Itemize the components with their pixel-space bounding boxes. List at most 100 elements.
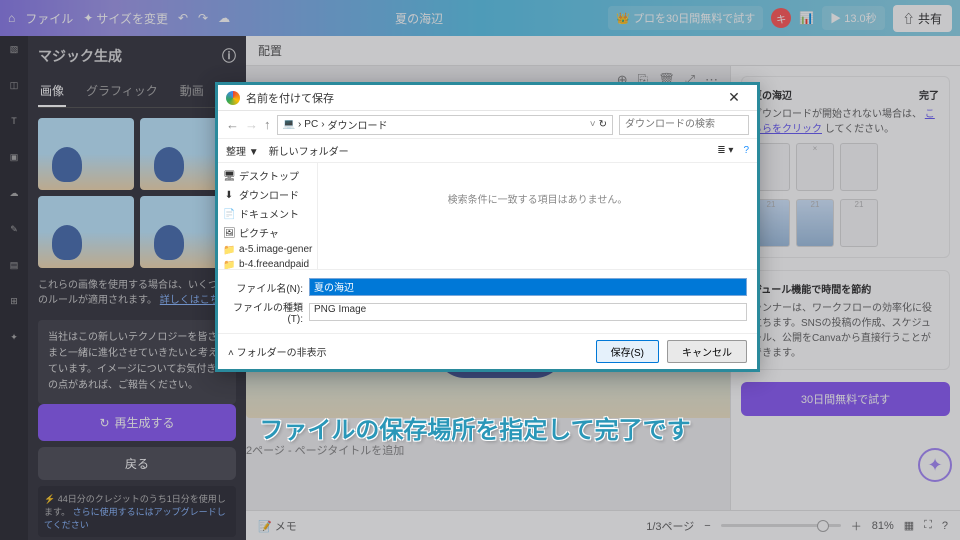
play-button[interactable]: ▶ 13.0秒: [822, 6, 884, 30]
tab-graphic[interactable]: グラフィック: [84, 76, 160, 107]
gen-thumb[interactable]: [38, 118, 134, 190]
chevron-down-icon[interactable]: ˅: [590, 119, 596, 130]
rail-magic-icon[interactable]: ✦: [5, 332, 23, 350]
new-folder-button[interactable]: 新しいフォルダー: [269, 143, 349, 158]
hide-folders-toggle[interactable]: ˄ フォルダーの非表示: [228, 344, 327, 359]
tree-label: b-4.freeandpaid: [239, 259, 309, 269]
filename-input[interactable]: 夏の海辺: [309, 278, 747, 296]
view-icon[interactable]: ≣ ▾: [717, 145, 733, 156]
zoom-out-icon[interactable]: −: [704, 520, 710, 532]
fullscreen-icon[interactable]: ⛶: [924, 519, 932, 532]
folder-icon: ⬇: [223, 190, 235, 200]
folder-icon: 🖥: [223, 171, 235, 181]
filetype-select[interactable]: PNG Image: [309, 303, 747, 321]
save-button[interactable]: 保存(S): [596, 340, 659, 363]
sidebar: マジック生成 ⓘ 画像 グラフィック 動画 これらの画像を使用する場合は、いくつ…: [28, 36, 246, 540]
refresh-icon[interactable]: ↻: [599, 119, 607, 130]
chart-icon[interactable]: 📊: [799, 11, 814, 25]
tab-video[interactable]: 動画: [178, 76, 206, 107]
organize-menu[interactable]: 整理 ▼: [226, 143, 259, 158]
duration-label: 13.0秒: [844, 13, 876, 25]
fab-magic[interactable]: ✦: [918, 448, 952, 482]
nav-fwd-icon[interactable]: →: [245, 117, 258, 132]
dialog-toolbar: 整理 ▼ 新しいフォルダー ≣ ▾ ?: [218, 139, 757, 163]
address-bar[interactable]: 💻 › PC › ダウンロード ˅ ↻: [277, 115, 614, 135]
path-pc[interactable]: PC: [304, 119, 318, 130]
help-icon[interactable]: ?: [942, 520, 948, 532]
rail-design-icon[interactable]: ▧: [5, 44, 23, 62]
back-button[interactable]: 戻る: [38, 447, 236, 480]
memo-toggle[interactable]: 📝 メモ: [258, 518, 297, 534]
cancel-button[interactable]: キャンセル: [667, 340, 747, 363]
help-icon[interactable]: ?: [743, 145, 749, 156]
trial-button[interactable]: 👑 プロを30日間無料で試す: [608, 6, 763, 30]
dialog-footer: ˄ フォルダーの非表示 保存(S) キャンセル: [218, 333, 757, 369]
tree-item[interactable]: 📄ドキュメント: [218, 204, 317, 223]
trial-cta-button[interactable]: 30日間無料で試す: [741, 382, 950, 416]
frame[interactable]: 21: [840, 199, 878, 247]
rail-draw-icon[interactable]: ✎: [5, 224, 23, 242]
gen-thumb[interactable]: [38, 196, 134, 268]
regen-label: 再生成する: [115, 414, 175, 431]
rail-elements-icon[interactable]: ◫: [5, 80, 23, 98]
home-icon[interactable]: ⌂: [8, 11, 15, 25]
doc-title[interactable]: 夏の海辺: [230, 10, 608, 27]
tree-label: a-5.image-gener: [239, 244, 312, 255]
rail-text-icon[interactable]: T: [5, 116, 23, 134]
folder-icon: 📁: [223, 260, 235, 270]
dialog-titlebar: 名前を付けて保存 ✕: [218, 85, 757, 111]
redo-icon[interactable]: ↷: [198, 11, 208, 25]
tree-item[interactable]: 🖥デスクトップ: [218, 166, 317, 185]
page-counter[interactable]: 1/3ページ: [646, 518, 694, 534]
rail-brand-icon[interactable]: ▣: [5, 152, 23, 170]
nav-up-icon[interactable]: ↑: [264, 117, 271, 132]
sidebar-tabs: 画像 グラフィック 動画: [38, 76, 236, 108]
search-input[interactable]: [619, 115, 749, 135]
scheduler-title: ジュール機能で時間を節約: [752, 281, 939, 296]
scheduler-text: ランナーは、ワークフローの効率化に役立ちます。SNSの投稿の作成、スケジュール、…: [752, 299, 939, 359]
file-menu[interactable]: ファイル: [25, 10, 73, 27]
memo-label: メモ: [275, 521, 297, 533]
tree-item[interactable]: 📁 b-4.freeandpaid: [218, 257, 317, 269]
tree-item[interactable]: 📁a-5.image-gener: [218, 242, 317, 257]
scheduler-card: ジュール機能で時間を節約 ランナーは、ワークフローの効率化に役立ちます。SNSの…: [741, 270, 950, 370]
zoom-slider[interactable]: [721, 524, 841, 527]
rail-project-icon[interactable]: ▤: [5, 260, 23, 278]
nav-back-icon[interactable]: ←: [226, 117, 239, 132]
share-label: 共有: [918, 12, 942, 26]
info-icon[interactable]: ⓘ: [222, 46, 236, 66]
rail-upload-icon[interactable]: ☁: [5, 188, 23, 206]
filetype-label: ファイルの種類(T):: [228, 299, 303, 325]
tree-label: ダウンロード: [239, 187, 299, 202]
context-toolbar: 配置: [246, 36, 960, 66]
share-button[interactable]: ⇧ 共有: [893, 5, 952, 32]
tree-item[interactable]: 🖼 ピクチャ: [218, 223, 317, 242]
frame[interactable]: 21: [796, 199, 834, 247]
credit-banner: ⚡ 44日分のクレジットのうち1日分を使用します。 さらに使用するにはアップグレ…: [38, 486, 236, 537]
frame-strip: ×: [752, 143, 939, 191]
path-downloads[interactable]: ダウンロード: [328, 117, 388, 132]
frame[interactable]: ×: [796, 143, 834, 191]
grid-view-icon[interactable]: ▦: [904, 519, 914, 532]
close-icon[interactable]: ✕: [719, 89, 749, 106]
upgrade-link[interactable]: さらに使用するにはアップグレードしてください: [44, 507, 226, 530]
app-rail: ▧ ◫ T ▣ ☁ ✎ ▤ ⊞ ✦: [0, 36, 28, 540]
tree-label: ピクチャ: [239, 225, 279, 240]
rail-app-icon[interactable]: ⊞: [5, 296, 23, 314]
dialog-nav: ← → ↑ 💻 › PC › ダウンロード ˅ ↻: [218, 111, 757, 139]
avatar[interactable]: キ: [771, 8, 791, 28]
folder-icon: 🖼: [223, 228, 235, 238]
zoom-in-icon[interactable]: ＋: [851, 518, 862, 534]
resize-menu[interactable]: ✦ サイズを変更: [83, 10, 168, 27]
download-title: 夏の海辺 完了: [752, 87, 939, 102]
download-text: ダウンロードが開始されない場合は、: [752, 109, 922, 120]
folder-tree[interactable]: 🖥デスクトップ⬇ダウンロード📄ドキュメント🖼ピクチャ📁a-5.image-gen…: [218, 163, 318, 269]
trial-label: プロを30日間無料で試す: [633, 13, 755, 25]
arrange-button[interactable]: 配置: [258, 42, 282, 59]
undo-icon[interactable]: ↶: [178, 11, 188, 25]
filename-label: ファイル名(N):: [228, 280, 303, 295]
frame[interactable]: [840, 143, 878, 191]
tab-image[interactable]: 画像: [38, 76, 66, 107]
tree-item[interactable]: ⬇ ダウンロード: [218, 185, 317, 204]
zoom-value[interactable]: 81%: [872, 520, 894, 532]
